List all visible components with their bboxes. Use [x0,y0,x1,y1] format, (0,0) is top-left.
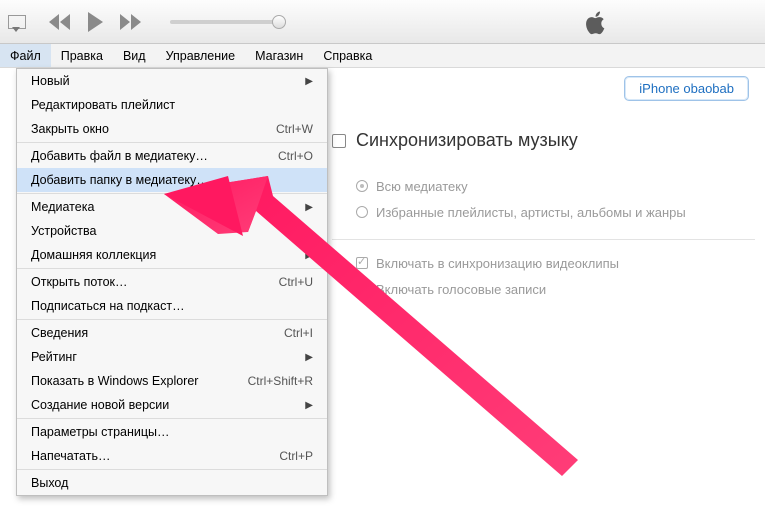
menu-item-label: Рейтинг [31,350,77,364]
sync-options: Всю медиатеку Избранные плейлисты, артис… [356,173,755,302]
menu-item-label: Устройства [31,224,96,238]
transport-controls [48,12,142,32]
submenu-arrow-icon: ▶ [305,250,313,261]
play-icon[interactable] [86,12,104,32]
menu-shortcut: Ctrl+P [279,449,313,463]
sync-header: Синхронизировать музыку [332,130,755,151]
submenu-arrow-icon: ▶ [305,400,313,411]
menu-item-label: Медиатека [31,200,94,214]
menubar: ФайлПравкаВидУправлениеМагазинСправка [0,44,765,68]
menu-item-label: Домашняя коллекция [31,248,156,262]
menu-файл[interactable]: Файл [0,44,51,67]
menu-item[interactable]: Параметры страницы… [17,420,327,444]
submenu-arrow-icon: ▶ [305,76,313,87]
submenu-arrow-icon: ▶ [305,202,313,213]
menu-правка[interactable]: Правка [51,44,113,67]
menu-item[interactable]: Добавить папку в медиатеку… [17,168,327,192]
menu-item[interactable]: Создание новой версии ▶ [17,393,327,417]
file-menu-dropdown: Новый ▶ Редактировать плейлист Закрыть окно… [16,68,328,496]
mini-player-toggle[interactable] [8,15,26,29]
menu-separator [17,418,327,419]
menu-separator [17,142,327,143]
next-icon[interactable] [118,14,142,30]
menu-item-label: Открыть поток… [31,275,128,289]
menu-item[interactable]: Новый ▶ [17,69,327,93]
menu-item[interactable]: Напечатать… Ctrl+P [17,444,327,468]
menu-item[interactable]: Устройства ▶ [17,219,327,243]
prev-icon[interactable] [48,14,72,30]
menu-справка[interactable]: Справка [313,44,382,67]
menu-separator [17,319,327,320]
menu-item-label: Выход [31,476,68,490]
submenu-arrow-icon: ▶ [305,352,313,363]
menu-item-label: Добавить файл в медиатеку… [31,149,208,163]
menu-item-label: Подписаться на подкаст… [31,299,185,313]
menu-управление[interactable]: Управление [156,44,246,67]
menu-item[interactable]: Подписаться на подкаст… [17,294,327,318]
chk-include-voice[interactable] [356,283,368,295]
volume-slider[interactable] [170,20,280,24]
menu-shortcut: Ctrl+U [279,275,313,289]
menu-shortcut: Ctrl+I [284,326,313,340]
opt-all-label: Всю медиатеку [376,179,468,194]
menu-item[interactable]: Показать в Windows Explorer Ctrl+Shift+R [17,369,327,393]
submenu-arrow-icon: ▶ [305,226,313,237]
menu-item-label: Новый [31,74,70,88]
menu-shortcut: Ctrl+W [276,122,313,136]
menu-вид[interactable]: Вид [113,44,156,67]
sync-title: Синхронизировать музыку [356,130,578,151]
menu-item-label: Создание новой версии [31,398,169,412]
menu-item[interactable]: Закрыть окно Ctrl+W [17,117,327,141]
menu-item-label: Сведения [31,326,88,340]
menu-item[interactable]: Домашняя коллекция ▶ [17,243,327,267]
menu-item-label: Показать в Windows Explorer [31,374,198,388]
device-button[interactable]: iPhone obaobab [624,76,749,101]
opt-selected-label: Избранные плейлисты, артисты, альбомы и … [376,205,686,220]
sync-checkbox[interactable] [332,134,346,148]
menu-магазин[interactable]: Магазин [245,44,313,67]
menu-item[interactable]: Открыть поток… Ctrl+U [17,270,327,294]
menu-item-label: Закрыть окно [31,122,109,136]
content-area: iPhone obaobab Синхронизировать музыку В… [332,68,755,302]
menu-item[interactable]: Медиатека ▶ [17,195,327,219]
menu-item-label: Напечатать… [31,449,110,463]
menu-item-label: Редактировать плейлист [31,98,175,112]
menu-item[interactable]: Сведения Ctrl+I [17,321,327,345]
menu-separator [17,268,327,269]
menu-shortcut: Ctrl+O [278,149,313,163]
menu-shortcut: Ctrl+Shift+R [248,374,313,388]
apple-logo-icon [583,9,609,35]
menu-item[interactable]: Редактировать плейлист [17,93,327,117]
menu-separator [17,193,327,194]
menu-item[interactable]: Выход [17,471,327,495]
menu-item[interactable]: Добавить файл в медиатеку… Ctrl+O [17,144,327,168]
chk-include-video[interactable] [356,257,368,269]
top-toolbar [0,0,765,44]
menu-item-label: Параметры страницы… [31,425,170,439]
menu-item[interactable]: Рейтинг ▶ [17,345,327,369]
opt-video-label: Включать в синхронизацию видеоклипы [376,256,619,271]
radio-all-library[interactable] [356,180,368,192]
radio-selected[interactable] [356,206,368,218]
opt-voice-label: Включать голосовые записи [376,282,546,297]
menu-item-label: Добавить папку в медиатеку… [31,173,209,187]
divider [332,239,755,240]
menu-separator [17,469,327,470]
